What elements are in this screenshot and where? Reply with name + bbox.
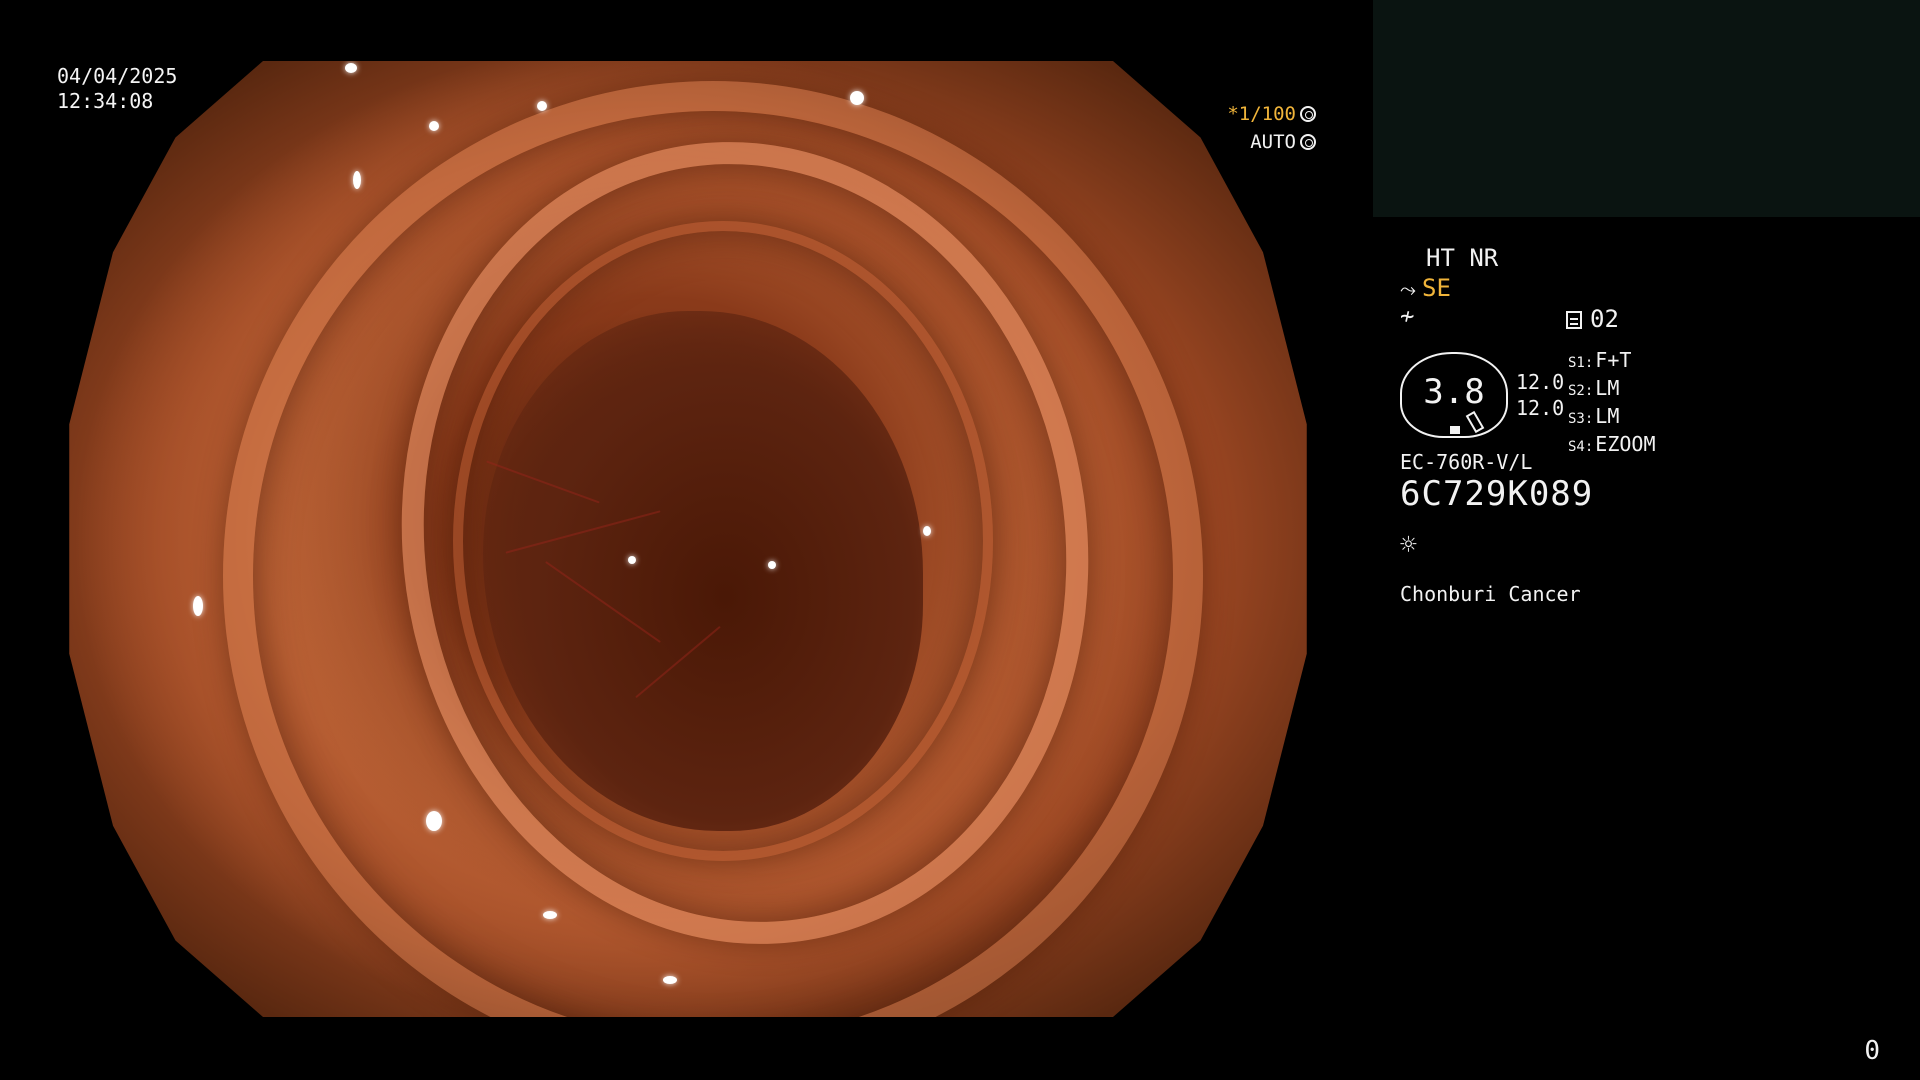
aperture-icon (1300, 106, 1316, 122)
specular-glint (923, 526, 931, 536)
switch-list: S1: F+T S2: LM S3: LM S4: EZOOM (1568, 348, 1656, 460)
iris-mode: AUTO (1250, 131, 1296, 153)
iris-icon (1300, 134, 1316, 150)
gauge-value: 3.8 (1423, 372, 1485, 412)
specular-glint (663, 976, 677, 984)
scope-model: EC-760R-V/L (1400, 450, 1533, 474)
gauge-needle-icon (1465, 410, 1485, 434)
frame-counter: 0 (1864, 1036, 1880, 1066)
signal-icon: ≁ (1400, 302, 1415, 330)
switch-key: S3: (1568, 411, 1594, 427)
scope-info-panel: HT NR ⤳ SE ≁ 02 3.8 12.0 12.0 S1: F+T S2: L… (1400, 240, 1880, 640)
switch-value: LM (1595, 404, 1620, 428)
time-text: 12:34:08 (57, 89, 154, 113)
switch-key: S2: (1568, 383, 1594, 399)
shutter-speed: *1/100 (1227, 103, 1296, 125)
structure-enhancement: ⤳ SE (1400, 274, 1451, 302)
switch-value: F+T (1595, 348, 1632, 372)
specular-glint (628, 556, 636, 564)
gauge-right-bottom: 12.0 (1516, 396, 1565, 420)
pip-panel (1373, 0, 1920, 217)
specular-glint (850, 91, 864, 105)
gauge-mark (1450, 426, 1460, 434)
specular-glint (193, 596, 203, 616)
preset-display: 02 (1566, 305, 1619, 333)
specular-glint (353, 171, 361, 189)
switch-row: S2: LM (1568, 376, 1656, 404)
specular-glint (345, 63, 357, 73)
gauge-right-top: 12.0 (1516, 370, 1565, 394)
hose-icon: ⤳ (1400, 277, 1416, 301)
se-label: SE (1422, 274, 1451, 302)
endoscopy-screen: 04/04/2025 12:34:08 *1/100 AUTO HT NR ⤳ S… (0, 0, 1920, 1080)
specular-glint (543, 911, 557, 919)
specular-glint (426, 811, 442, 831)
switch-row: S4: EZOOM (1568, 432, 1656, 460)
exposure-settings: *1/100 AUTO (1227, 100, 1316, 156)
date-text: 04/04/2025 (57, 64, 178, 88)
site-name: Chonburi Cancer (1400, 582, 1581, 606)
switch-row: S3: LM (1568, 404, 1656, 432)
switch-value: EZOOM (1595, 432, 1656, 456)
switch-key: S4: (1568, 439, 1594, 455)
switch-value: LM (1595, 376, 1620, 400)
specular-glint (768, 561, 776, 569)
endoscopic-image (69, 61, 1307, 1017)
switch-key: S1: (1568, 355, 1594, 371)
ht-nr-label: HT NR (1426, 244, 1499, 272)
zoom-gauge: 3.8 (1400, 352, 1508, 438)
preset-number: 02 (1590, 305, 1619, 333)
datetime-display: 04/04/2025 12:34:08 (57, 64, 177, 114)
preset-icon (1566, 311, 1582, 329)
specular-glint (429, 121, 439, 131)
specular-glint (537, 101, 547, 111)
light-source-icon: ☼ (1400, 528, 1417, 561)
switch-row: S1: F+T (1568, 348, 1656, 376)
scope-serial: 6C729K089 (1400, 474, 1594, 514)
